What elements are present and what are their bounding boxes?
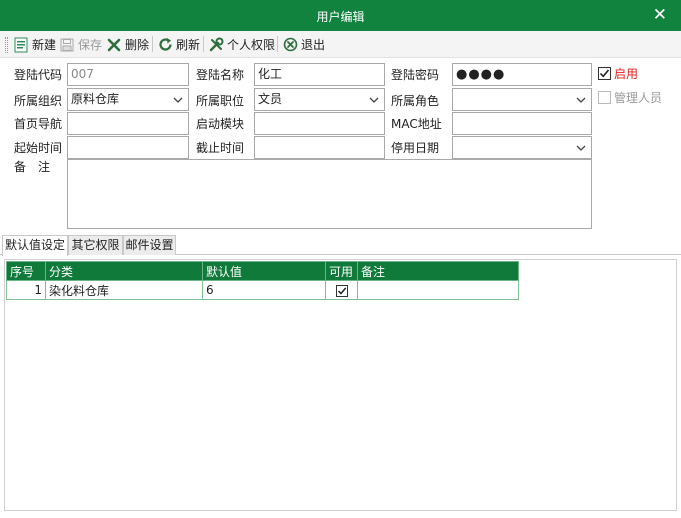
chevron-down-icon bbox=[369, 97, 379, 103]
window-title: 用户编辑 bbox=[316, 10, 365, 24]
cell-index: 1 bbox=[6, 280, 46, 300]
login-name-field[interactable]: 化工 bbox=[254, 63, 385, 86]
org-select[interactable]: 原料仓库 bbox=[67, 88, 189, 111]
refresh-icon bbox=[157, 37, 173, 53]
login-code-field[interactable]: 007 bbox=[67, 63, 189, 86]
mac-address-field[interactable] bbox=[452, 112, 592, 135]
save-button[interactable]: 保存 bbox=[59, 35, 102, 54]
column-header-index[interactable]: 序号 bbox=[6, 261, 46, 281]
delete-button[interactable]: 删除 bbox=[106, 35, 149, 54]
disable-date-select[interactable] bbox=[452, 136, 592, 159]
check-icon bbox=[599, 69, 610, 78]
delete-button-label: 删除 bbox=[125, 38, 150, 52]
chevron-down-icon bbox=[576, 145, 586, 151]
cell-category[interactable]: 染化料仓库 bbox=[45, 280, 203, 300]
end-time-field[interactable] bbox=[254, 136, 385, 159]
position-label: 所属职位 bbox=[196, 94, 245, 108]
login-code-label: 登陆代码 bbox=[14, 68, 63, 82]
toolbar-separator bbox=[152, 36, 153, 52]
column-header-remark[interactable]: 备注 bbox=[357, 261, 519, 281]
admin-label[interactable]: 管理人员 bbox=[614, 90, 662, 106]
personal-permissions-label: 个人权限 bbox=[227, 38, 276, 52]
position-select[interactable]: 文员 bbox=[254, 88, 385, 111]
startup-module-label: 启动模块 bbox=[196, 117, 245, 131]
toolbar: 新建 保存 删除 刷新 个人权限 退出 bbox=[0, 31, 681, 58]
remarks-label: 备 注 bbox=[14, 160, 51, 174]
homepage-label: 首页导航 bbox=[14, 117, 63, 131]
mac-address-label: MAC地址 bbox=[391, 117, 442, 131]
column-header-default[interactable]: 默认值 bbox=[202, 261, 326, 281]
role-label: 所属角色 bbox=[391, 94, 440, 108]
enabled-row-checkbox[interactable] bbox=[335, 284, 348, 297]
exit-button-label: 退出 bbox=[301, 38, 326, 52]
tab-mail-settings[interactable]: 邮件设置 bbox=[123, 235, 176, 255]
tab-strip: 默认值设定 其它权限 邮件设置 bbox=[0, 235, 681, 256]
new-button-label: 新建 bbox=[32, 38, 57, 52]
cell-remark[interactable] bbox=[357, 280, 519, 300]
login-name-label: 登陆名称 bbox=[196, 68, 245, 82]
startup-module-field[interactable] bbox=[254, 112, 385, 135]
table-row[interactable]: 1 染化料仓库 6 bbox=[6, 280, 519, 300]
title-bar: 用户编辑 ✕ bbox=[0, 0, 681, 31]
new-button[interactable]: 新建 bbox=[13, 35, 56, 54]
admin-checkbox[interactable] bbox=[598, 91, 611, 104]
tab-other-permissions[interactable]: 其它权限 bbox=[68, 235, 123, 255]
personal-permissions-button[interactable]: 个人权限 bbox=[208, 35, 275, 54]
save-button-label: 保存 bbox=[78, 38, 103, 52]
disable-date-label: 停用日期 bbox=[391, 141, 440, 155]
enabled-label[interactable]: 启用 bbox=[614, 66, 638, 82]
login-password-label: 登陆密码 bbox=[391, 68, 440, 82]
column-header-category[interactable]: 分类 bbox=[45, 261, 203, 281]
chevron-down-icon bbox=[173, 97, 183, 103]
toolbar-separator bbox=[203, 36, 204, 52]
login-password-field[interactable]: ●●●● bbox=[452, 63, 592, 86]
save-disk-icon bbox=[59, 37, 75, 53]
start-time-label: 起始时间 bbox=[14, 141, 63, 155]
enabled-checkbox[interactable] bbox=[598, 67, 611, 80]
check-icon bbox=[337, 287, 346, 295]
end-time-label: 截止时间 bbox=[196, 141, 245, 155]
tools-icon bbox=[208, 37, 224, 53]
toolbar-separator bbox=[277, 36, 278, 52]
defaults-table: 序号 分类 默认值 可用 备注 1 染化料仓库 6 bbox=[6, 261, 519, 300]
cell-default[interactable]: 6 bbox=[202, 280, 326, 300]
refresh-button[interactable]: 刷新 bbox=[157, 35, 200, 54]
tab-default-values[interactable]: 默认值设定 bbox=[2, 235, 68, 256]
refresh-button-label: 刷新 bbox=[176, 38, 201, 52]
org-label: 所属组织 bbox=[14, 94, 63, 108]
role-select[interactable] bbox=[452, 88, 592, 111]
cell-enabled[interactable] bbox=[325, 280, 358, 300]
delete-x-icon bbox=[106, 37, 122, 53]
new-document-icon bbox=[13, 37, 29, 53]
start-time-field[interactable] bbox=[67, 136, 189, 159]
homepage-field[interactable] bbox=[67, 112, 189, 135]
exit-button[interactable]: 退出 bbox=[282, 35, 325, 54]
toolbar-grip bbox=[5, 37, 8, 53]
column-header-enabled[interactable]: 可用 bbox=[325, 261, 358, 281]
org-select-value: 原料仓库 bbox=[71, 92, 120, 106]
chevron-down-icon bbox=[576, 97, 586, 103]
exit-circle-x-icon bbox=[282, 37, 298, 53]
position-select-value: 文员 bbox=[258, 92, 283, 106]
remarks-textarea[interactable] bbox=[67, 159, 592, 229]
close-icon[interactable]: ✕ bbox=[653, 5, 667, 25]
